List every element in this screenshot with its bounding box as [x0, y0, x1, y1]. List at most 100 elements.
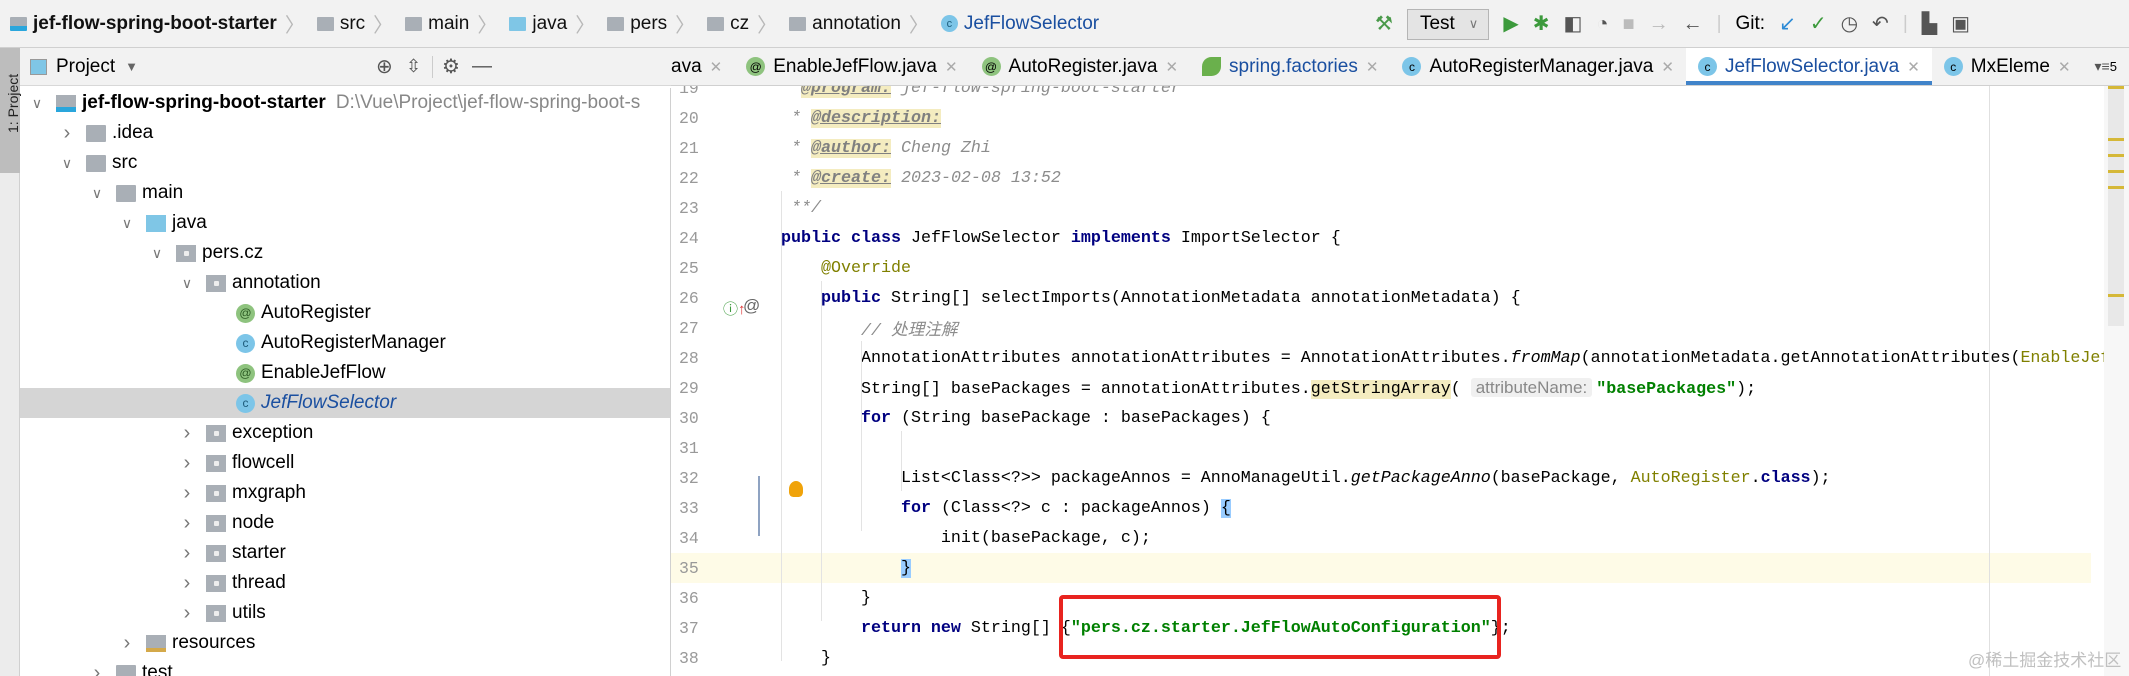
chevron-down-icon[interactable]: ∨ — [176, 275, 198, 292]
error-stripe-scrollbar[interactable] — [2104, 86, 2129, 676]
tree-item[interactable]: ∨ java — [20, 208, 670, 238]
code-text: @Override — [781, 259, 911, 278]
breadcrumb-item[interactable]: main 〉 — [405, 9, 503, 38]
code-token: getPackageAnno — [1350, 468, 1491, 488]
close-tab-icon[interactable]: ✕ — [1366, 58, 1379, 76]
run-window-icon[interactable]: ▣ — [1951, 14, 1970, 34]
tabs-overflow-button[interactable]: ▾≡ 5 — [2083, 48, 2129, 85]
project-panel-title[interactable]: Project — [56, 56, 115, 78]
hide-minus-icon[interactable]: — — [472, 55, 492, 78]
breadcrumb-item[interactable]: c JefFlowSelector — [940, 13, 1099, 35]
code-text: // 处理注解 — [781, 316, 958, 341]
back-icon[interactable]: ← — [1683, 14, 1703, 34]
tree-item[interactable]: @ EnableJefFlow — [20, 358, 670, 388]
code-token: public — [820, 288, 891, 308]
chevron-right-icon[interactable]: › — [176, 452, 198, 475]
breadcrumb-item[interactable]: cz 〉 — [707, 9, 783, 38]
chevron-down-icon[interactable]: ∨ — [26, 95, 48, 112]
tree-item[interactable]: ∨ src — [20, 148, 670, 178]
tree-item[interactable]: › exception — [20, 418, 670, 448]
scroll-thumb[interactable] — [2108, 86, 2124, 326]
class-icon: c — [940, 15, 958, 32]
editor-tab[interactable]: @ AutoRegister.java ✕ — [970, 48, 1191, 85]
close-tab-icon[interactable]: ✕ — [945, 58, 958, 76]
breadcrumb-item[interactable]: pers 〉 — [607, 9, 701, 38]
editor-tab[interactable]: ava ✕ — [671, 48, 734, 85]
code-editor[interactable]: 19 @program: jef-flow-spring-boot-starte… — [671, 86, 2129, 676]
locate-target-icon[interactable]: ⊕ — [376, 54, 393, 79]
tree-item[interactable]: › test — [20, 658, 670, 676]
close-tab-icon[interactable]: ✕ — [710, 58, 723, 76]
editor-tab[interactable]: c JefFlowSelector.java ✕ — [1685, 48, 1932, 85]
chevron-right-icon[interactable]: › — [176, 572, 198, 595]
chevron-right-icon[interactable]: › — [116, 632, 138, 655]
tree-item[interactable]: › node — [20, 508, 670, 538]
close-tab-icon[interactable]: ✕ — [1661, 58, 1674, 76]
tree-item[interactable]: ∨ main — [20, 178, 670, 208]
tree-item[interactable]: ∨ pers.cz — [20, 238, 670, 268]
code-line: 27 // 处理注解 — [671, 313, 2091, 343]
code-line: 33 for (Class<?> c : packageAnnos) { — [671, 493, 2091, 523]
chevron-right-icon[interactable]: › — [176, 422, 198, 445]
tree-item[interactable]: › starter — [20, 538, 670, 568]
tree-item[interactable]: › .idea — [20, 118, 670, 148]
tree-item[interactable]: › flowcell — [20, 448, 670, 478]
coverage-icon[interactable]: ◧ — [1563, 14, 1582, 34]
debug-bug-icon[interactable]: ✱ — [1533, 14, 1550, 34]
code-line: 38 } — [671, 643, 2091, 673]
tree-item[interactable]: › mxgraph — [20, 478, 670, 508]
breadcrumb-separator-icon: 〉 — [477, 15, 498, 37]
editor-tab[interactable]: @ EnableJefFlow.java ✕ — [734, 48, 969, 85]
chevron-right-icon[interactable]: › — [176, 482, 198, 505]
chevron-down-icon[interactable]: ∨ — [86, 185, 108, 202]
project-structure-icon[interactable]: ▙ — [1922, 14, 1937, 34]
profile-icon[interactable]: ◔ — [1596, 14, 1608, 34]
chevron-right-icon[interactable]: › — [56, 122, 78, 145]
editor-tab[interactable]: c MxEleme ✕ — [1932, 48, 2083, 85]
chevron-right-icon[interactable]: › — [86, 662, 108, 676]
breadcrumb-item[interactable]: src 〉 — [316, 9, 399, 38]
tree-item[interactable]: › resources — [20, 628, 670, 658]
breadcrumb-item[interactable]: annotation 〉 — [789, 9, 935, 38]
close-tab-icon[interactable]: ✕ — [2058, 58, 2071, 76]
chevron-right-icon[interactable]: › — [176, 542, 198, 565]
breadcrumb-label: annotation — [812, 12, 901, 34]
tree-item[interactable]: @ AutoRegister — [20, 298, 670, 328]
build-hammer-icon[interactable]: ⚒ — [1375, 14, 1393, 34]
collapse-all-icon[interactable]: ⇳ — [406, 56, 421, 77]
forward-icon[interactable]: → — [1649, 14, 1669, 34]
editor-tab[interactable]: c AutoRegisterManager.java ✕ — [1390, 48, 1686, 85]
code-line: 32 List<Class<?>> packageAnnos = AnnoMan… — [671, 463, 2091, 493]
chevron-down-icon[interactable]: ∨ — [146, 245, 168, 262]
git-history-clock-icon[interactable]: ◷ — [1841, 14, 1858, 34]
tree-item[interactable]: › utils — [20, 598, 670, 628]
run-icon[interactable]: ▶ — [1503, 14, 1518, 34]
breadcrumb-item[interactable]: java 〉 — [509, 9, 601, 38]
stop-icon[interactable]: ■ — [1622, 14, 1634, 34]
git-update-icon[interactable]: ↙ — [1779, 14, 1796, 34]
breadcrumb-item[interactable]: jef-flow-spring-boot-starter 〉 — [10, 9, 311, 38]
chevron-down-icon[interactable]: ∨ — [116, 215, 138, 232]
tree-item[interactable]: ∨ jef-flow-spring-boot-starter D:\Vue\Proj… — [20, 88, 670, 118]
chevron-right-icon[interactable]: › — [176, 602, 198, 625]
close-tab-icon[interactable]: ✕ — [1165, 58, 1178, 76]
view-dropdown-icon[interactable]: ▼ — [125, 59, 138, 74]
editor-tab[interactable]: spring.factories ✕ — [1190, 48, 1390, 85]
project-stripe-button[interactable]: 1: Project — [0, 48, 21, 173]
tree-item[interactable]: c JefFlowSelector — [20, 388, 670, 418]
gear-icon[interactable]: ⚙ — [442, 54, 460, 79]
code-text: * @author: Cheng Zhi — [781, 138, 991, 158]
annotation-gutter-icon[interactable]: @ — [743, 296, 760, 316]
chevron-right-icon[interactable]: › — [176, 512, 198, 535]
tree-item-label: annotation — [232, 272, 321, 293]
git-commit-check-icon[interactable]: ✓ — [1810, 14, 1827, 34]
chevron-down-icon[interactable]: ∨ — [56, 155, 78, 172]
tree-item[interactable]: c AutoRegisterManager — [20, 328, 670, 358]
git-rollback-icon[interactable]: ↶ — [1872, 14, 1889, 34]
tree-item[interactable]: › thread — [20, 568, 670, 598]
lightbulb-icon[interactable] — [789, 481, 803, 497]
run-config-select[interactable]: Test ∨ — [1406, 8, 1490, 40]
close-tab-icon[interactable]: ✕ — [1907, 58, 1920, 76]
tree-item[interactable]: ∨ annotation — [20, 268, 670, 298]
